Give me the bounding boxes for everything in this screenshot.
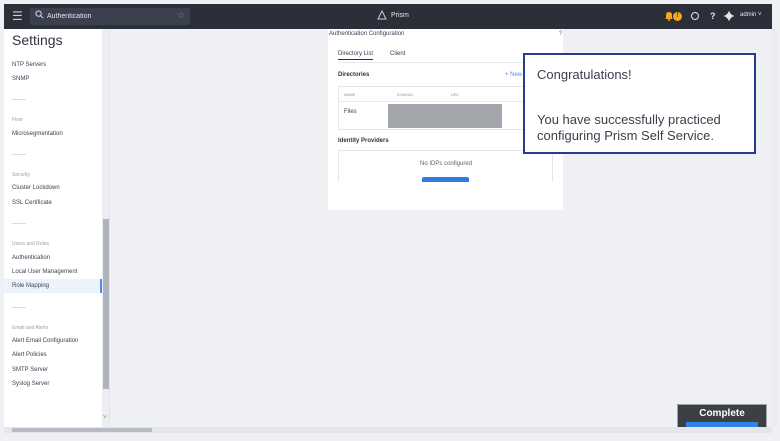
tab-client[interactable]: Client	[390, 51, 405, 57]
sidebar-divider	[12, 154, 26, 155]
sidebar-item-local-user-management[interactable]: Local User Management	[12, 269, 77, 275]
column-header-name: NAME	[344, 92, 356, 97]
search-box[interactable]: ☆	[30, 8, 190, 25]
dialog-title: Congratulations!	[537, 67, 632, 82]
scroll-down-arrow-icon[interactable]: ˅	[103, 415, 107, 421]
sidebar-item-snmp[interactable]: SNMP	[12, 76, 29, 82]
redacted-block	[388, 104, 502, 128]
main-vertical-scrollbar[interactable]	[772, 29, 778, 427]
gear-icon[interactable]	[724, 11, 734, 21]
star-icon[interactable]: ☆	[177, 10, 185, 21]
top-navigation-bar: ☰ ☆ Prism ! ?	[4, 4, 772, 29]
hamburger-menu-icon[interactable]: ☰	[12, 9, 23, 23]
panel-title: Authentication Configuration	[329, 31, 405, 37]
directories-table: NAME DOMAIN URL Files	[338, 86, 553, 130]
search-input[interactable]	[47, 9, 172, 24]
sidebar-divider	[12, 99, 26, 100]
prism-logo-icon	[377, 10, 387, 20]
tab-divider	[338, 62, 553, 63]
sidebar-item-cluster-lockdown[interactable]: Cluster Lockdown	[12, 185, 60, 191]
user-menu[interactable]: admin ˅	[740, 12, 762, 18]
idp-empty-message: No IDPs configured	[420, 161, 473, 167]
sidebar-item-alert-email-configuration[interactable]: Alert Email Configuration	[12, 338, 78, 344]
add-idp-button[interactable]	[422, 177, 469, 182]
sidebar-item-microsegmentation[interactable]: Microsegmentation	[12, 131, 63, 137]
sidebar-heading-security: Security	[12, 172, 31, 178]
identity-providers-heading: Identity Providers	[338, 138, 389, 144]
sidebar-item-ntp-servers[interactable]: NTP Servers	[12, 62, 46, 68]
page-title: Settings	[12, 32, 63, 48]
tab-directory-list[interactable]: Directory List	[338, 51, 374, 60]
directories-heading: Directories	[338, 72, 370, 78]
congratulations-dialog: Congratulations! You have successfully p…	[523, 53, 756, 154]
app-window: ☰ ☆ Prism ! ?	[0, 0, 780, 441]
dialog-message: You have successfully practiced configur…	[537, 112, 721, 143]
sidebar-item-smtp-server[interactable]: SMTP Server	[12, 367, 48, 373]
sidebar-item-syslog-server[interactable]: Syslog Server	[12, 381, 49, 387]
horizontal-scrollbar-thumb[interactable]	[12, 428, 152, 432]
table-header-divider	[339, 101, 552, 102]
column-header-domain: DOMAIN	[397, 92, 413, 97]
settings-sidebar: Settings NTP Servers SNMP Flow Microsegm…	[4, 29, 110, 427]
sidebar-scrollbar-thumb[interactable]	[103, 219, 109, 389]
column-header-url: URL	[451, 92, 460, 97]
alert-badge[interactable]: !	[673, 12, 682, 21]
sidebar-heading-users-and-roles: Users and Roles	[12, 241, 49, 247]
sidebar-item-role-mapping[interactable]: Role Mapping	[12, 283, 49, 289]
search-icon	[35, 10, 44, 19]
sidebar-item-alert-policies[interactable]: Alert Policies	[12, 352, 47, 358]
help-icon[interactable]: ?	[710, 11, 716, 21]
sidebar-item-authentication[interactable]: Authentication	[12, 255, 50, 261]
sidebar-divider	[12, 307, 26, 308]
panel-help-icon[interactable]: ?	[559, 31, 562, 37]
sidebar-heading-flow: Flow	[12, 117, 23, 123]
complete-button-label: Complete	[699, 408, 745, 419]
brand-name: Prism	[391, 12, 409, 19]
sidebar-item-ssl-certificate[interactable]: SSL Certificate	[12, 200, 52, 206]
table-row-name[interactable]: Files	[344, 109, 357, 115]
sidebar-divider	[12, 223, 26, 224]
sidebar-heading-email-and-alerts: Email and Alerts	[12, 325, 49, 331]
tasks-circle-icon[interactable]	[690, 11, 700, 21]
new-directory-link[interactable]: + New	[505, 72, 522, 78]
